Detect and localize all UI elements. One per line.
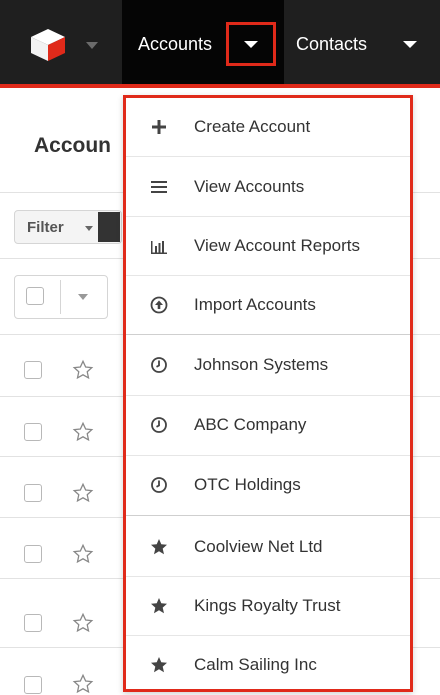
- menu-item-label: Coolview Net Ltd: [194, 537, 323, 556]
- clock-icon: [151, 477, 167, 493]
- favorite-star-icon[interactable]: [72, 359, 94, 381]
- app-logo-cube-icon[interactable]: [28, 28, 68, 62]
- cube-icon: [31, 29, 65, 61]
- mass-select-caret-icon[interactable]: [78, 294, 88, 300]
- filter-caret-icon: [85, 226, 93, 231]
- star-filled-icon: [151, 657, 167, 673]
- row-checkbox[interactable]: [24, 614, 42, 632]
- menu-item-label: Kings Royalty Trust: [194, 596, 341, 615]
- plus-icon: [152, 120, 166, 134]
- nav-accounts-label[interactable]: Accounts: [138, 34, 212, 55]
- row-checkbox[interactable]: [24, 676, 42, 694]
- nav-contacts-label[interactable]: Contacts: [296, 34, 367, 55]
- menu-item-label: ABC Company: [194, 415, 307, 434]
- row-checkbox[interactable]: [24, 423, 42, 441]
- bar-chart-icon: [151, 241, 167, 254]
- star-filled-icon: [151, 598, 167, 614]
- menu-item-label: Johnson Systems: [194, 355, 329, 374]
- logo-chevron-down-icon[interactable]: [86, 42, 98, 49]
- favorite-star-icon[interactable]: [72, 612, 94, 634]
- accounts-dropdown-menu: Create Account View Accounts View Accoun…: [123, 95, 413, 692]
- menu-item-view-account-reports[interactable]: View Account Reports: [126, 217, 410, 275]
- menu-item-view-accounts[interactable]: View Accounts: [126, 158, 410, 216]
- accounts-menu-toggle-button[interactable]: [226, 22, 276, 66]
- favorite-star-icon[interactable]: [72, 421, 94, 443]
- row-checkbox[interactable]: [24, 484, 42, 502]
- page-title: Accoun: [34, 134, 112, 157]
- recent-item-otc-holdings[interactable]: OTC Holdings: [126, 456, 410, 514]
- menu-item-import-accounts[interactable]: Import Accounts: [126, 276, 410, 334]
- favorite-item-coolview-net-ltd[interactable]: Coolview Net Ltd: [126, 518, 410, 576]
- menu-section-divider: [126, 334, 410, 335]
- upload-circle-icon: [150, 296, 168, 314]
- favorite-star-icon[interactable]: [72, 543, 94, 565]
- recent-item-johnson-systems[interactable]: Johnson Systems: [126, 336, 410, 394]
- row-checkbox[interactable]: [24, 361, 42, 379]
- favorite-star-icon[interactable]: [72, 482, 94, 504]
- menu-item-label: View Accounts: [194, 177, 305, 196]
- top-bar-accent-line: [0, 84, 440, 88]
- menu-item-label: Create Account: [194, 117, 311, 136]
- select-all-checkbox[interactable]: [26, 287, 44, 305]
- favorite-item-kings-royalty-trust[interactable]: Kings Royalty Trust: [126, 577, 410, 635]
- menu-section-divider: [126, 515, 410, 516]
- menu-item-label: View Account Reports: [194, 236, 360, 255]
- menu-item-label: Import Accounts: [194, 295, 316, 314]
- menu-item-label: OTC Holdings: [194, 475, 301, 494]
- filter-label: Filter: [27, 219, 64, 236]
- favorite-item-calm-sailing-inc[interactable]: Calm Sailing Inc: [126, 636, 410, 689]
- list-icon: [151, 181, 167, 193]
- contacts-caret-down-icon[interactable]: [403, 41, 417, 48]
- row-checkbox[interactable]: [24, 545, 42, 563]
- clock-icon: [151, 417, 167, 433]
- recent-item-abc-company[interactable]: ABC Company: [126, 396, 410, 454]
- menu-item-create-account[interactable]: Create Account: [126, 98, 410, 156]
- menu-item-label: Calm Sailing Inc: [194, 655, 317, 674]
- filter-menu-toggle[interactable]: [98, 212, 120, 242]
- mass-select-separator: [60, 280, 61, 314]
- star-filled-icon: [151, 539, 167, 555]
- caret-down-icon: [244, 41, 258, 48]
- clock-icon: [151, 357, 167, 373]
- menu-divider: [126, 156, 410, 157]
